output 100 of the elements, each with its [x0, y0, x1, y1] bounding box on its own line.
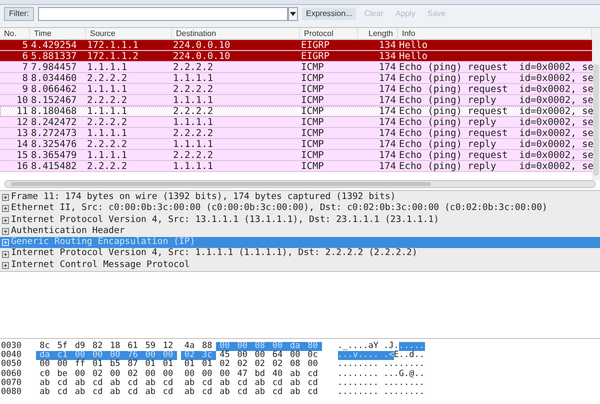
hex-byte[interactable]: 5f	[54, 342, 72, 352]
hex-byte[interactable]: cd	[159, 388, 177, 398]
hex-byte[interactable]: 02	[234, 360, 252, 370]
hex-byte[interactable]: cd	[234, 378, 252, 388]
hex-byte[interactable]: ab	[71, 378, 89, 388]
hex-byte[interactable]: ab	[286, 378, 304, 388]
packet-row[interactable]: 7 7.984457 1.1.1.1 2.2.2.2 ICMP 174 Echo (ping) request id=0x0002, se	[0, 62, 592, 73]
tree-item[interactable]: Internet Protocol Version 4, Src: 1.1.1.1 (1.1.1.1), Dst: 2.2.2.2 (2.2.2.2)	[0, 248, 600, 260]
hex-byte[interactable]: ab	[216, 378, 234, 388]
hex-byte[interactable]: 64	[268, 351, 286, 360]
hex-byte[interactable]: ab	[251, 378, 269, 388]
hex-byte[interactable]: 01	[159, 360, 177, 370]
packet-row[interactable]: 8 8.034460 2.2.2.2 1.1.1.1 ICMP 174 Echo (ping) reply id=0x0002, se	[0, 73, 592, 84]
packet-row[interactable]: 12 8.242472 2.2.2.2 1.1.1.1 ICMP 174 Echo (ping) reply id=0x0002, se	[0, 117, 592, 128]
hex-byte[interactable]: 00	[142, 370, 160, 379]
expand-icon[interactable]	[2, 250, 9, 258]
hex-byte[interactable]: cd	[88, 388, 106, 398]
hex-byte[interactable]: 00	[71, 370, 89, 379]
hex-byte[interactable]: ab	[251, 388, 269, 398]
hex-byte[interactable]: 00	[234, 351, 252, 360]
tree-item[interactable]: Internet Protocol Version 4, Src: 13.1.1.1 (13.1.1.1), Dst: 23.1.1.1 (23.1.1.1)	[0, 214, 600, 226]
expand-icon[interactable]	[2, 262, 9, 269]
dropdown-button[interactable]	[288, 7, 298, 21]
hex-byte[interactable]: ab	[142, 378, 160, 388]
hex-byte[interactable]: 00	[54, 360, 72, 370]
hex-byte[interactable]: ab	[36, 388, 54, 398]
hex-byte[interactable]: 00	[304, 360, 322, 370]
hex-byte[interactable]: cd	[124, 388, 142, 398]
hex-byte[interactable]: cd	[198, 388, 216, 398]
packet-row[interactable]: 14 8.325476 2.2.2.2 1.1.1.1 ICMP 174 Echo (ping) reply id=0x0002, se	[0, 139, 592, 150]
hex-byte[interactable]: ab	[36, 378, 54, 388]
hex-byte[interactable]: c0	[36, 370, 54, 379]
hex-byte[interactable]: cd	[54, 388, 72, 398]
hex-byte[interactable]: ab	[71, 388, 89, 398]
hex-byte[interactable]: 00	[251, 351, 269, 360]
expand-icon[interactable]	[2, 194, 9, 202]
expand-icon[interactable]	[2, 205, 9, 212]
hex-byte[interactable]: 18	[106, 342, 124, 352]
hex-byte[interactable]: cd	[124, 378, 142, 388]
packet-row[interactable]: 13 8.272473 1.1.1.1 2.2.2.2 ICMP 174 Echo (ping) request id=0x0002, se	[0, 128, 592, 139]
tree-item[interactable]: Authentication Header	[0, 226, 600, 238]
hex-byte[interactable]: ab	[106, 378, 124, 388]
hex-byte[interactable]: 61	[124, 342, 142, 352]
hex-byte[interactable]: 8c	[36, 342, 54, 352]
hex-byte[interactable]: be	[54, 370, 72, 379]
hex-byte[interactable]: cd	[304, 370, 322, 379]
horizontal-scrollbar[interactable]	[4, 180, 596, 188]
hex-byte[interactable]: 02	[251, 360, 269, 370]
hex-byte[interactable]: d9	[71, 342, 89, 352]
hex-byte[interactable]: 88	[198, 342, 216, 352]
hex-byte[interactable]: 40	[268, 370, 286, 379]
hex-byte[interactable]: 12	[159, 342, 177, 352]
hex-byte[interactable]: cd	[88, 378, 106, 388]
packet-row[interactable]: 6 5.881337 172.1.1.2 224.0.0.10 EIGRP 134 Hello	[0, 51, 592, 62]
hex-byte[interactable]: ab	[286, 388, 304, 398]
hex-byte[interactable]: 47	[234, 370, 252, 379]
hex-byte[interactable]: 00	[216, 370, 234, 379]
hex-byte[interactable]: 08	[286, 360, 304, 370]
hex-byte[interactable]: 0c	[304, 351, 322, 360]
hex-byte[interactable]: 02	[88, 370, 106, 379]
hex-byte[interactable]: ab	[180, 388, 198, 398]
hex-byte[interactable]: cd	[159, 378, 177, 388]
hex-byte[interactable]: 00	[36, 360, 54, 370]
hex-byte[interactable]: bd	[251, 370, 269, 379]
hex-byte[interactable]: ab	[286, 370, 304, 379]
tree-item[interactable]: Internet Control Message Protocol	[0, 260, 600, 272]
hex-byte[interactable]: b5	[106, 360, 124, 370]
hex-byte[interactable]: 45	[216, 351, 234, 360]
hex-byte[interactable]: 01	[198, 360, 216, 370]
hex-byte[interactable]: 00	[198, 370, 216, 379]
hex-byte[interactable]: 00	[106, 370, 124, 379]
tree-item[interactable]: Ethernet II, Src: c0:00:0b:3c:00:00 (c0:00:0b:3c:00:00), Dst: c0:02:0b:3c:00:00 (c0:02:0b:3c:00:00)	[0, 203, 600, 215]
hex-byte[interactable]: 59	[142, 342, 160, 352]
hex-byte[interactable]: 01	[88, 360, 106, 370]
hex-byte[interactable]: cd	[234, 388, 252, 398]
expand-icon[interactable]	[2, 228, 9, 236]
hex-byte[interactable]: 00	[159, 370, 177, 379]
hex-byte[interactable]: ab	[180, 378, 198, 388]
hex-byte[interactable]: 4a	[180, 342, 198, 352]
hex-byte[interactable]: 82	[88, 342, 106, 352]
hex-byte[interactable]: ff	[71, 360, 89, 370]
filter-toolbar-button[interactable]: Expression...	[302, 8, 356, 20]
hex-byte[interactable]: cd	[54, 378, 72, 388]
packet-row[interactable]: 5 4.429254 172.1.1.1 224.0.0.10 EIGRP 134 Hello	[0, 40, 592, 51]
hex-byte[interactable]: ab	[142, 388, 160, 398]
hex-byte[interactable]: ab	[106, 388, 124, 398]
tree-item[interactable]: Frame 11: 174 bytes on wire (1392 bits), 174 bytes captured (1392 bits)	[0, 192, 600, 204]
hex-byte[interactable]: 01	[142, 360, 160, 370]
packet-row[interactable]: 9 8.066462 1.1.1.1 2.2.2.2 ICMP 174 Echo (ping) request id=0x0002, se	[0, 84, 592, 95]
packet-row[interactable]: 16 8.415482 2.2.2.2 1.1.1.1 ICMP 174 Echo (ping) reply id=0x0002, se	[0, 161, 592, 172]
hex-byte[interactable]: 02	[124, 370, 142, 379]
hex-byte[interactable]: 02	[268, 360, 286, 370]
hex-byte[interactable]: 00	[286, 351, 304, 360]
hex-byte[interactable]: cd	[268, 378, 286, 388]
hex-byte[interactable]: cd	[304, 378, 322, 388]
expand-icon[interactable]	[2, 216, 9, 224]
hex-byte[interactable]: cd	[304, 388, 322, 398]
hex-byte[interactable]: 87	[124, 360, 142, 370]
packet-row[interactable]: 15 8.365479 1.1.1.1 2.2.2.2 ICMP 174 Echo (ping) request id=0x0002, se	[0, 150, 592, 161]
hex-byte[interactable]: ab	[216, 388, 234, 398]
